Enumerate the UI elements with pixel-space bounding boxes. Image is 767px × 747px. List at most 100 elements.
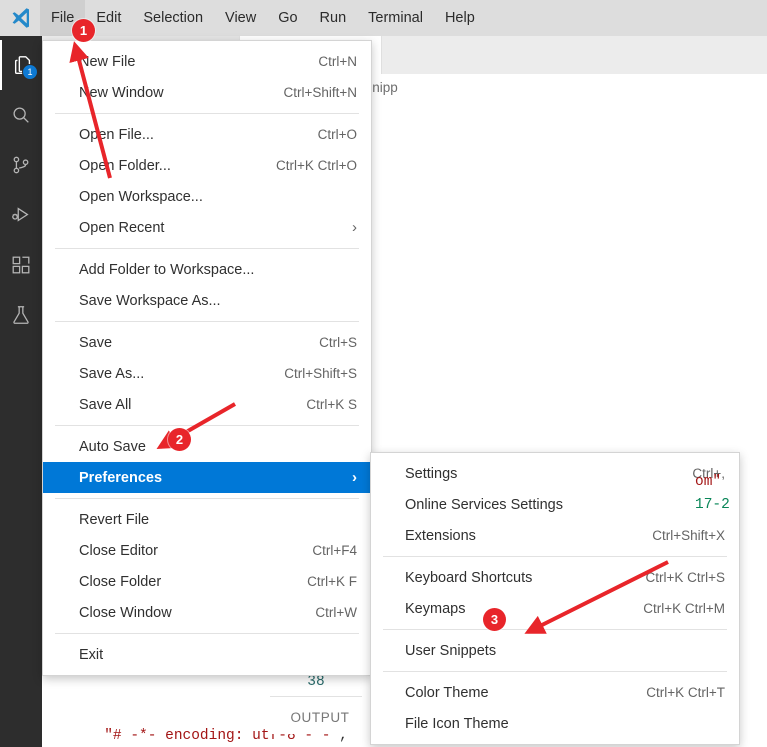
submenu-item-extensions[interactable]: Extensions Ctrl+Shift+X bbox=[371, 520, 739, 551]
menu-item-label: User Snippets bbox=[405, 642, 497, 659]
menu-item-accelerator: Ctrl+K Ctrl+S bbox=[645, 570, 725, 585]
menu-item-accelerator: Ctrl+K Ctrl+M bbox=[643, 601, 725, 616]
menu-label: Edit bbox=[96, 10, 122, 26]
menu-item-save-as[interactable]: Save As... Ctrl+Shift+S bbox=[43, 358, 371, 389]
menu-item-close-window[interactable]: Close Window Ctrl+W bbox=[43, 597, 371, 628]
menu-item-label: New File bbox=[79, 53, 136, 70]
menu-separator bbox=[55, 248, 359, 249]
menu-help[interactable]: Help bbox=[434, 0, 486, 36]
menu-separator bbox=[55, 425, 359, 426]
menu-item-accelerator: Ctrl+K Ctrl+O bbox=[275, 158, 357, 173]
activity-item-source-control[interactable] bbox=[0, 140, 42, 190]
chevron-right-icon: › bbox=[352, 469, 357, 486]
menu-item-accelerator: Ctrl+K F bbox=[307, 574, 357, 589]
code-fragment-right-2: 17-2 bbox=[695, 497, 730, 513]
menu-label: View bbox=[225, 10, 257, 26]
vscode-logo-icon bbox=[12, 8, 29, 28]
menu-item-close-folder[interactable]: Close Folder Ctrl+K F bbox=[43, 566, 371, 597]
menu-label: Go bbox=[278, 10, 298, 26]
menu-item-open-workspace[interactable]: Open Workspace... bbox=[43, 181, 371, 212]
activity-item-search[interactable] bbox=[0, 90, 42, 140]
run-and-debug-icon bbox=[12, 207, 29, 222]
menu-label: Run bbox=[319, 10, 347, 26]
menu-item-label: Close Window bbox=[79, 604, 172, 621]
menu-separator bbox=[383, 556, 727, 557]
menu-item-label: Revert File bbox=[79, 511, 150, 528]
menu-go[interactable]: Go bbox=[267, 0, 308, 36]
menu-item-exit[interactable]: Exit bbox=[43, 639, 371, 670]
menu-item-open-folder[interactable]: Open Folder... Ctrl+K Ctrl+O bbox=[43, 150, 371, 181]
menu-run[interactable]: Run bbox=[309, 0, 358, 36]
menu-item-label: Preferences bbox=[79, 469, 163, 486]
testing-flask-icon bbox=[13, 306, 29, 324]
menu-item-new-file[interactable]: New File Ctrl+N bbox=[43, 46, 371, 77]
annotation-badge-2: 2 bbox=[168, 428, 191, 451]
submenu-item-online-services-settings[interactable]: Online Services Settings bbox=[371, 489, 739, 520]
menu-item-label: Open Workspace... bbox=[79, 188, 203, 205]
menu-terminal[interactable]: Terminal bbox=[357, 0, 434, 36]
menu-separator bbox=[383, 629, 727, 630]
menu-item-label: Settings bbox=[405, 465, 458, 482]
menu-item-save-workspace-as[interactable]: Save Workspace As... bbox=[43, 285, 371, 316]
menu-item-accelerator: Ctrl+F4 bbox=[312, 543, 357, 558]
activity-item-run-debug[interactable] bbox=[0, 190, 42, 240]
menu-item-accelerator: Ctrl+Shift+S bbox=[284, 366, 357, 381]
menu-label: Terminal bbox=[368, 10, 423, 26]
menu-item-label: Extensions bbox=[405, 527, 476, 544]
activity-item-explorer[interactable]: 1 bbox=[0, 40, 44, 90]
chevron-right-icon: › bbox=[352, 219, 357, 236]
explorer-badge-count: 1 bbox=[22, 64, 38, 80]
submenu-item-keyboard-shortcuts[interactable]: Keyboard Shortcuts Ctrl+K Ctrl+S bbox=[371, 562, 739, 593]
activity-bar: 1 bbox=[0, 36, 42, 747]
menu-item-label: File Icon Theme bbox=[405, 715, 509, 732]
activity-item-extensions[interactable] bbox=[0, 240, 42, 290]
menu-item-label: Open File... bbox=[79, 126, 154, 143]
menu-item-close-editor[interactable]: Close Editor Ctrl+F4 bbox=[43, 535, 371, 566]
menu-item-label: Save bbox=[79, 334, 113, 351]
menu-item-label: Exit bbox=[79, 646, 104, 663]
menu-selection[interactable]: Selection bbox=[132, 0, 214, 36]
menu-item-label: Close Folder bbox=[79, 573, 162, 590]
menu-item-save[interactable]: Save Ctrl+S bbox=[43, 327, 371, 358]
menu-item-accelerator: Ctrl+O bbox=[317, 127, 357, 142]
menu-item-label: Open Folder... bbox=[79, 157, 171, 174]
menu-item-label: Color Theme bbox=[405, 684, 489, 701]
menu-item-open-recent[interactable]: Open Recent › bbox=[43, 212, 371, 243]
search-icon bbox=[13, 107, 29, 123]
menu-item-new-window[interactable]: New Window Ctrl+Shift+N bbox=[43, 77, 371, 108]
menu-item-label: Auto Save bbox=[79, 438, 146, 455]
menu-item-accelerator: Ctrl+N bbox=[318, 54, 357, 69]
activity-item-testing[interactable] bbox=[0, 290, 42, 340]
menu-item-accelerator: Ctrl+K S bbox=[306, 397, 357, 412]
extensions-icon bbox=[12, 256, 30, 274]
menu-separator bbox=[383, 671, 727, 672]
menu-item-add-folder-to-workspace[interactable]: Add Folder to Workspace... bbox=[43, 254, 371, 285]
menu-item-accelerator: Ctrl+K Ctrl+T bbox=[646, 685, 725, 700]
code-fragment-right-1: om" bbox=[695, 474, 722, 490]
menu-item-label: Open Recent bbox=[79, 219, 165, 236]
menu-item-accelerator: Ctrl+W bbox=[315, 605, 357, 620]
menu-item-auto-save[interactable]: Auto Save bbox=[43, 431, 371, 462]
menu-view[interactable]: View bbox=[214, 0, 267, 36]
menu-label: Selection bbox=[143, 10, 204, 26]
menu-separator bbox=[55, 498, 359, 499]
menu-item-label: Close Editor bbox=[79, 542, 158, 559]
submenu-item-file-icon-theme[interactable]: File Icon Theme bbox=[371, 708, 739, 739]
menu-label: File bbox=[51, 10, 75, 26]
menu-item-open-file[interactable]: Open File... Ctrl+O bbox=[43, 119, 371, 150]
menu-item-label: Online Services Settings bbox=[405, 496, 563, 513]
panel-tab-output[interactable]: OUTPUT bbox=[270, 700, 370, 734]
submenu-item-keymaps[interactable]: Keymaps Ctrl+K Ctrl+M bbox=[371, 593, 739, 624]
menu-item-save-all[interactable]: Save All Ctrl+K S bbox=[43, 389, 371, 420]
source-control-icon bbox=[13, 156, 29, 174]
menu-separator bbox=[55, 113, 359, 114]
menu-item-preferences[interactable]: Preferences › bbox=[43, 462, 371, 493]
menu-item-accelerator: Ctrl+Shift+N bbox=[283, 85, 357, 100]
menu-item-revert-file[interactable]: Revert File bbox=[43, 504, 371, 535]
submenu-item-color-theme[interactable]: Color Theme Ctrl+K Ctrl+T bbox=[371, 677, 739, 708]
submenu-item-user-snippets[interactable]: User Snippets bbox=[371, 635, 739, 666]
submenu-item-settings[interactable]: Settings Ctrl+, bbox=[371, 458, 739, 489]
annotation-badge-3: 3 bbox=[483, 608, 506, 631]
annotation-badge-1: 1 bbox=[72, 19, 95, 42]
preferences-submenu: Settings Ctrl+, Online Services Settings… bbox=[370, 452, 740, 745]
